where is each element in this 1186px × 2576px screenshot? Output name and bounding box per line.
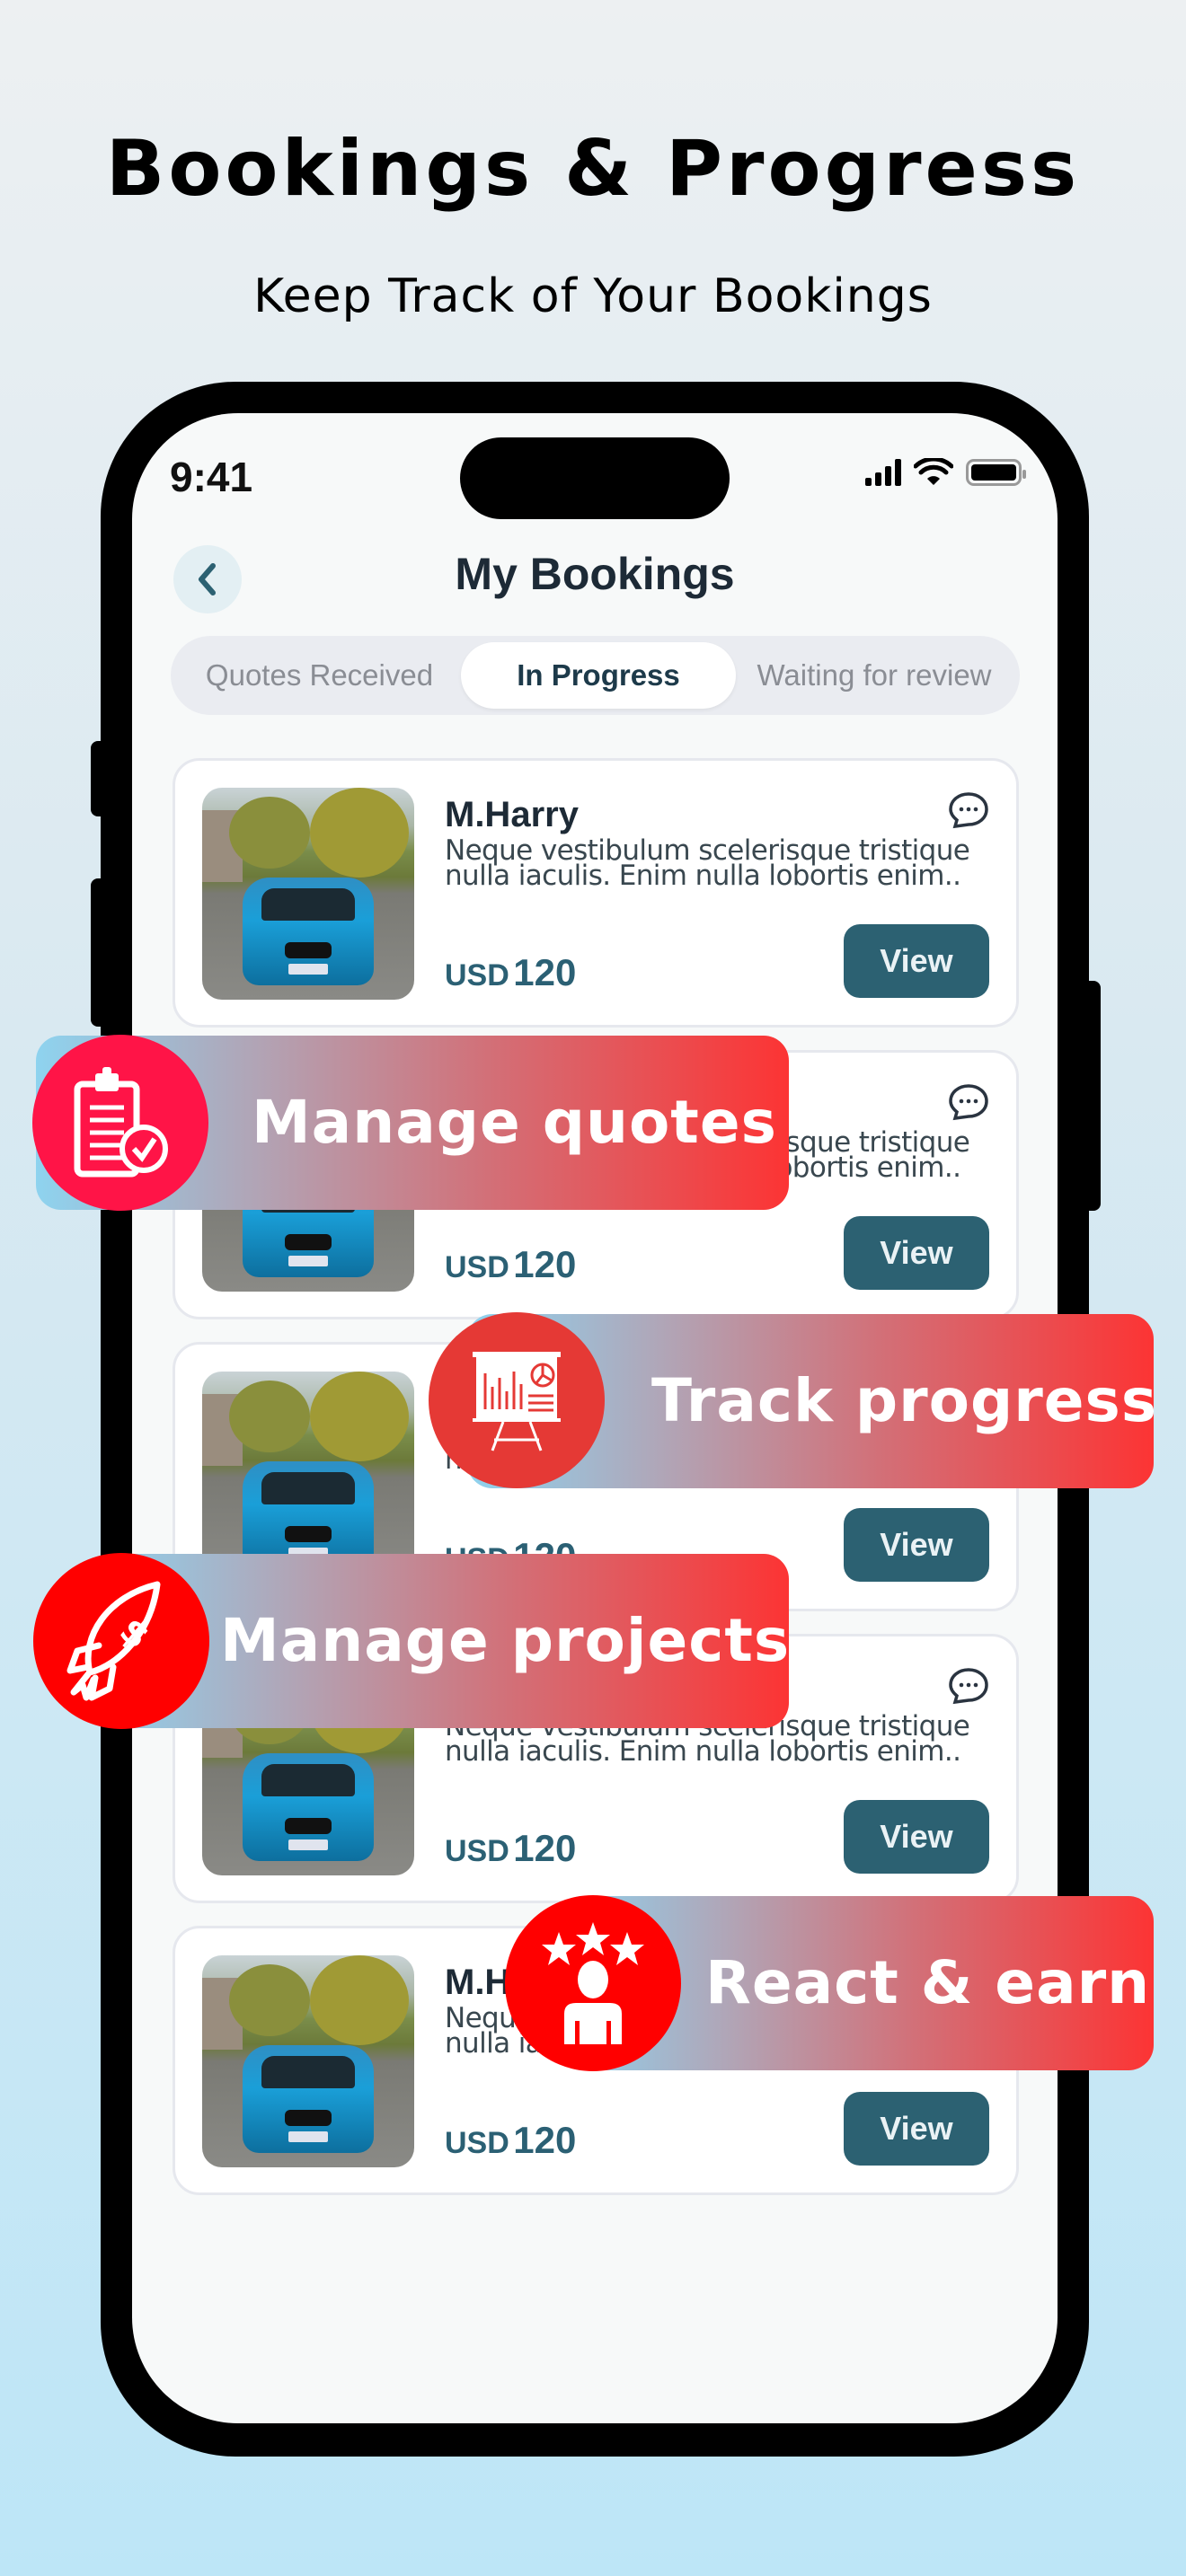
price-amount: 120 — [513, 2119, 577, 2161]
price-amount: 120 — [513, 951, 577, 993]
rocket-dollar-icon: $ — [66, 1581, 161, 1701]
feature-label: React & earn — [705, 1948, 1151, 2017]
wifi-icon — [914, 458, 953, 485]
view-button[interactable]: View — [844, 2092, 989, 2166]
car-thumbnail — [202, 1372, 414, 1584]
view-button[interactable]: View — [844, 1216, 989, 1290]
feature-banner-track-progress: Track progress — [429, 1312, 1158, 1488]
car-thumbnail — [202, 788, 414, 1000]
chat-bubble-icon[interactable] — [948, 1083, 989, 1121]
price-currency: USD — [445, 958, 509, 992]
clipboard-check-icon — [74, 1067, 168, 1178]
price-amount: 120 — [513, 1827, 577, 1869]
tab-waiting-for-review[interactable]: Waiting for review — [736, 642, 1013, 709]
booking-price: USD 120 — [445, 951, 576, 994]
presentation-chart-icon — [473, 1352, 561, 1451]
feature-badge — [429, 1312, 605, 1488]
promo-title: Bookings & Progress — [105, 124, 1081, 214]
booking-card[interactable]: M.HarryNeque vestibulum scelerisque tris… — [173, 758, 1019, 1028]
user-stars-icon — [542, 1922, 644, 2044]
tab-in-progress[interactable]: In Progress — [461, 642, 736, 709]
view-button[interactable]: View — [844, 1508, 989, 1582]
feature-badge — [505, 1895, 681, 2071]
price-currency: USD — [445, 1834, 509, 1868]
booking-price: USD 120 — [445, 1827, 576, 1870]
chat-bubble-icon[interactable] — [948, 1667, 989, 1705]
feature-badge: $ — [33, 1553, 209, 1729]
status-time: 9:41 — [170, 454, 253, 500]
promo-subtitle: Keep Track of Your Bookings — [253, 269, 933, 323]
view-button[interactable]: View — [844, 924, 989, 998]
feature-label: Track progress — [651, 1366, 1158, 1435]
booking-price: USD 120 — [445, 1243, 576, 1286]
provider-name: M.Harry — [445, 795, 579, 834]
booking-description: Neque vestibulum scelerisque tristique n… — [445, 834, 970, 892]
chat-bubble-icon[interactable] — [948, 791, 989, 829]
feature-label: Manage projects — [220, 1606, 791, 1675]
price-currency: USD — [445, 2126, 509, 2160]
tab-quotes-received[interactable]: Quotes Received — [178, 642, 461, 709]
feature-banner-manage-quotes: Manage quotes — [32, 1035, 789, 1211]
feature-banner-manage-projects: $ Manage projects — [33, 1553, 791, 1729]
signal-icon — [865, 459, 901, 486]
feature-badge — [32, 1035, 208, 1211]
price-currency: USD — [445, 1250, 509, 1284]
view-button[interactable]: View — [844, 1800, 989, 1874]
feature-banner-react-earn: React & earn — [505, 1895, 1154, 2071]
dynamic-island — [460, 437, 730, 519]
car-thumbnail — [202, 1955, 414, 2167]
page-title: My Bookings — [455, 549, 735, 599]
battery-icon — [966, 459, 1026, 486]
booking-status-tabs: Quotes Received In Progress Waiting for … — [171, 636, 1020, 715]
price-amount: 120 — [513, 1243, 577, 1285]
feature-label: Manage quotes — [252, 1088, 777, 1157]
status-icons — [865, 458, 1026, 487]
booking-price: USD 120 — [445, 2119, 576, 2162]
